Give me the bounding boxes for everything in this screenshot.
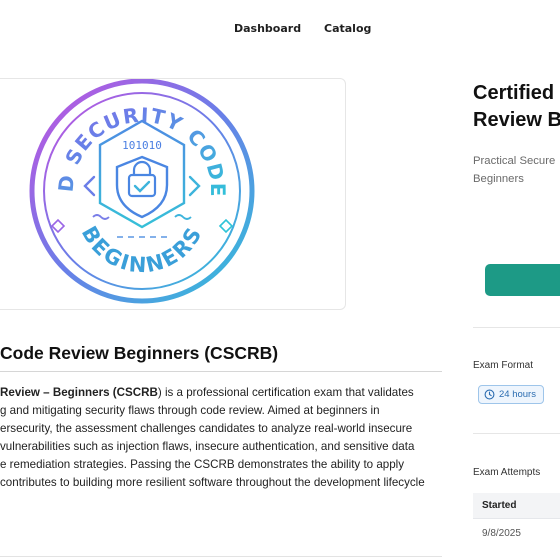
- lock-icon: [132, 160, 152, 175]
- clock-icon: [484, 389, 495, 400]
- nav-catalog-link[interactable]: Catalog: [324, 22, 371, 35]
- description-line: vulnerabilities such as injection flaws,…: [0, 438, 445, 456]
- sidebar-course-subtitle: Practical Secure Beginners: [473, 155, 556, 185]
- description-text: e remediation strategies. Passing the CS…: [0, 458, 405, 471]
- exam-attempts-label: Exam Attempts: [473, 467, 541, 478]
- description-line: Review – Beginners (CSCRB) is a professi…: [0, 384, 445, 402]
- table-header-started: Started: [473, 493, 560, 519]
- badge-binary-text: 101010: [122, 139, 162, 152]
- description-line: contributes to building more resilient s…: [0, 474, 445, 492]
- course-description: Review – Beginners (CSCRB) is a professi…: [0, 384, 445, 492]
- nav-dashboard-link[interactable]: Dashboard: [234, 22, 301, 35]
- certification-badge-image: CERTIFIED SECURITY CODE REVIEW BEGINNERS…: [0, 79, 255, 304]
- description-line: e remediation strategies. Passing the CS…: [0, 456, 445, 474]
- exam-format-value: 24 hours: [499, 389, 536, 400]
- heading-divider: [0, 371, 442, 372]
- enroll-button[interactable]: [485, 264, 560, 296]
- description-text: g and mitigating security flaws through …: [0, 404, 380, 417]
- description-text: ) is a professional certification exam t…: [157, 386, 414, 399]
- badge-ring-text-bottom: BEGINNERS: [77, 222, 207, 277]
- description-bold-text: Review – Beginners (CSCRB: [0, 386, 158, 399]
- description-line: ersecurity, the assessment challenges ca…: [0, 420, 445, 438]
- checkmark-icon: [133, 180, 151, 193]
- exam-attempts-table: Started 9/8/2025: [473, 493, 560, 549]
- exam-format-badge: 24 hours: [478, 385, 544, 404]
- certification-badge-card: CERTIFIED SECURITY CODE REVIEW BEGINNERS…: [0, 78, 346, 310]
- shield-icon: [115, 155, 169, 219]
- exam-format-label: Exam Format: [473, 360, 534, 371]
- table-cell-started: 9/8/2025: [482, 528, 521, 539]
- sidebar-divider: [473, 327, 560, 328]
- sidebar-divider: [473, 433, 560, 434]
- top-nav: Dashboard Catalog: [0, 0, 560, 58]
- section-divider: [0, 556, 442, 557]
- description-text: contributes to building more resilient s…: [0, 476, 425, 489]
- description-text: ersecurity, the assessment challenges ca…: [0, 422, 413, 435]
- course-heading: Code Review Beginners (CSCRB): [0, 343, 279, 363]
- description-text: vulnerabilities such as injection flaws,…: [0, 440, 415, 453]
- sidebar-course-title: Certified Review B: [473, 82, 560, 131]
- description-line: g and mitigating security flaws through …: [0, 402, 445, 420]
